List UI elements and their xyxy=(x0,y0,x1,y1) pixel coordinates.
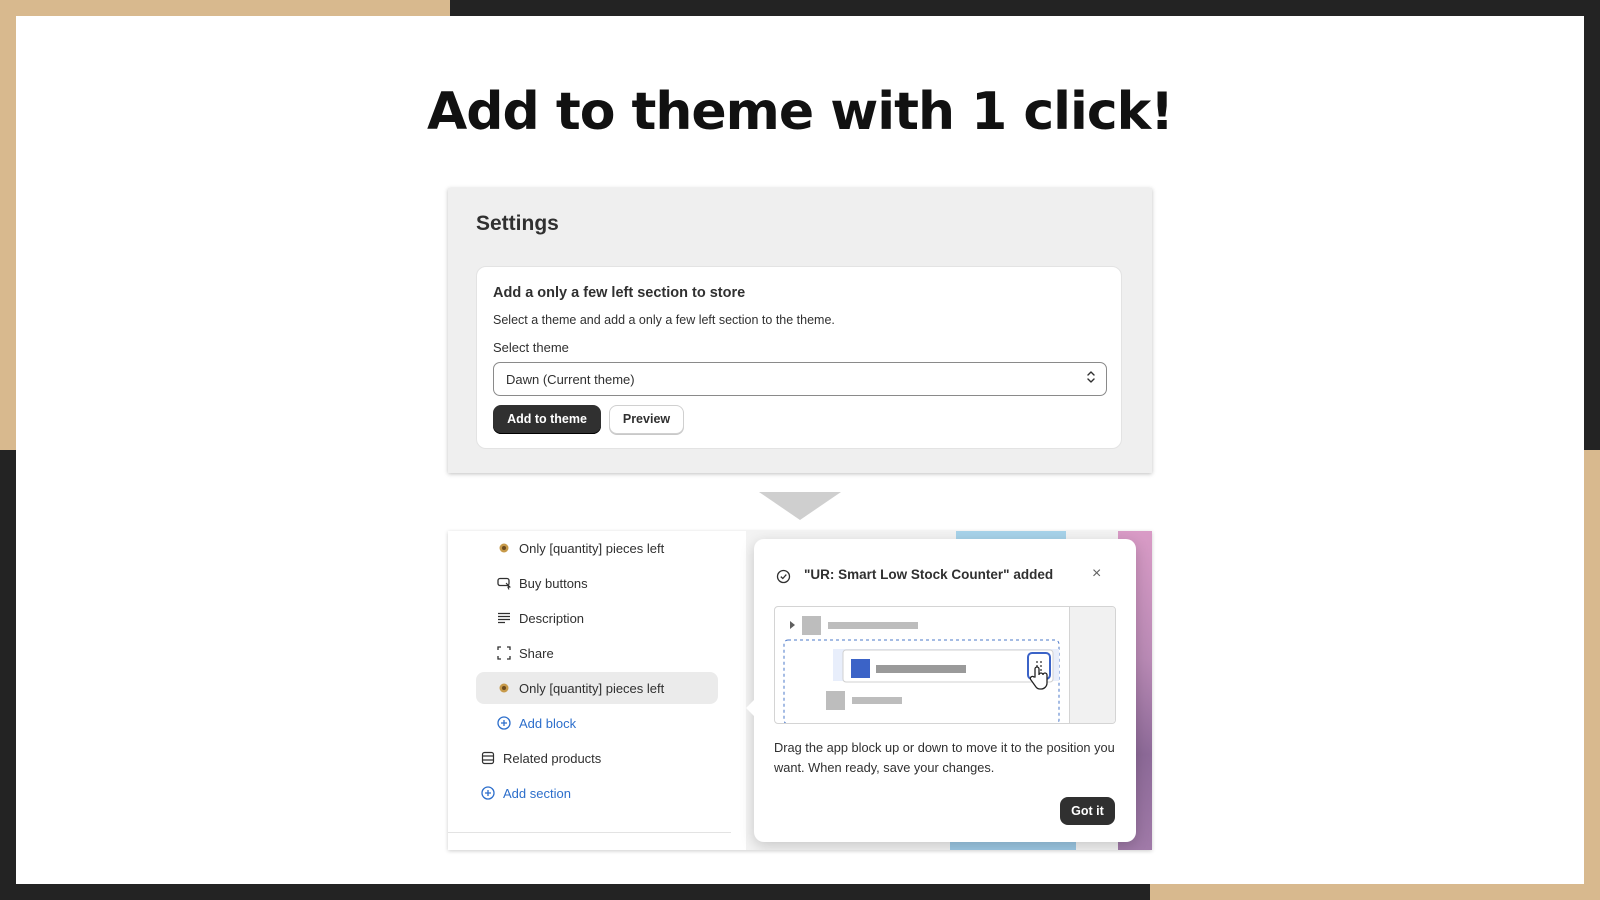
tree-item-label: Only [quantity] pieces left xyxy=(519,540,665,556)
tree-item-description[interactable]: Description xyxy=(496,602,584,634)
popover-title: "UR: Smart Low Stock Counter" added xyxy=(804,567,1054,582)
down-arrow-icon xyxy=(759,492,841,520)
select-theme-label: Select theme xyxy=(493,340,569,355)
tree-item-label: Description xyxy=(519,610,585,626)
block-added-popover: "UR: Smart Low Stock Counter" added × Dr… xyxy=(746,539,1136,842)
popover-body: Drag the app block up or down to move it… xyxy=(774,740,1115,775)
drag-illustration-graphic xyxy=(783,616,1060,723)
card-description: Select a theme and add a only a few left… xyxy=(493,313,835,327)
check-circle-icon xyxy=(776,569,791,584)
tree-item-buy-buttons[interactable]: Buy buttons xyxy=(496,567,588,599)
add-section-label: Add section xyxy=(503,785,571,801)
add-to-theme-button[interactable]: Add to theme xyxy=(493,405,601,434)
close-icon[interactable]: × xyxy=(1092,565,1101,583)
add-block-label: Add block xyxy=(519,715,577,731)
headline: Add to theme with 1 click! xyxy=(427,82,1174,142)
divider xyxy=(448,832,731,833)
theme-editor: Only [quantity] pieces left Buy buttons … xyxy=(448,531,1152,850)
tree-item-low-stock-block[interactable]: Only [quantity] pieces left xyxy=(496,532,664,564)
app-block-icon xyxy=(496,540,512,556)
tree-item-share[interactable]: Share xyxy=(496,637,554,669)
got-it-button[interactable]: Got it xyxy=(1060,797,1115,825)
settings-panel: Settings Add a only a few left section t… xyxy=(448,188,1152,473)
buy-buttons-icon xyxy=(496,575,512,591)
card-title: Add a only a few left section to store xyxy=(493,285,746,301)
section-icon xyxy=(480,750,496,766)
theme-select[interactable]: Dawn (Current theme) xyxy=(493,362,1107,396)
tree-item-label: Share xyxy=(519,645,554,661)
theme-select-value: Dawn (Current theme) xyxy=(506,372,635,387)
illustration-preview-column xyxy=(1069,607,1115,723)
add-section-card: Add a only a few left section to store S… xyxy=(476,266,1122,449)
drag-illustration xyxy=(774,606,1116,724)
tree-item-related-products[interactable]: Related products xyxy=(480,742,601,774)
plus-circle-icon xyxy=(480,785,496,801)
tree-item-label: Only [quantity] pieces left xyxy=(519,680,665,696)
add-block-button[interactable]: Add block xyxy=(496,707,576,739)
settings-title: Settings xyxy=(476,212,559,235)
popover-caret xyxy=(746,699,755,717)
add-section-button[interactable]: Add section xyxy=(480,777,571,809)
section-tree: Only [quantity] pieces left Buy buttons … xyxy=(448,531,746,850)
plus-circle-icon xyxy=(496,715,512,731)
share-icon xyxy=(496,645,512,661)
select-chevron-icon xyxy=(1086,369,1096,386)
app-block-icon xyxy=(496,680,512,696)
tree-item-label: Buy buttons xyxy=(519,575,588,591)
tree-item-label: Related products xyxy=(503,750,602,766)
preview-decor xyxy=(956,531,1066,539)
tree-item-low-stock-block-selected[interactable]: Only [quantity] pieces left xyxy=(476,672,718,704)
text-lines-icon xyxy=(496,610,512,626)
preview-button[interactable]: Preview xyxy=(609,405,684,434)
